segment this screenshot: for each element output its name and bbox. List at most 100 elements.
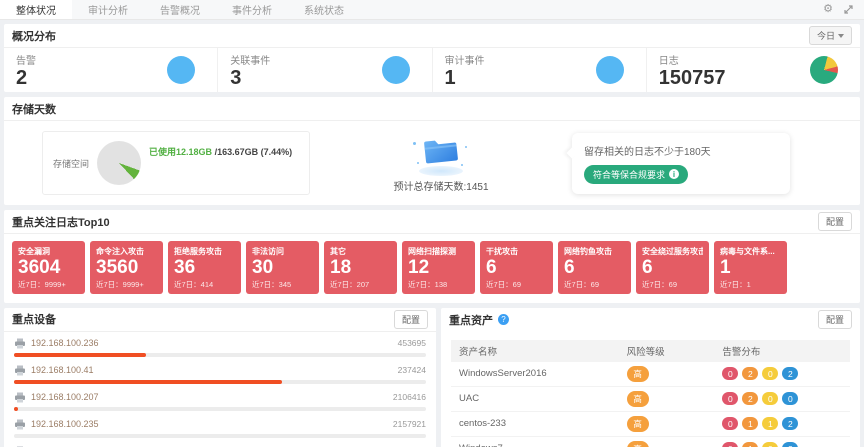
device-ip: 192.168.100.207 [31, 392, 99, 402]
log-card-sub: 近7日：69 [564, 279, 625, 290]
device-bar-fill [14, 353, 146, 357]
period-dropdown[interactable]: 今日 [809, 26, 852, 45]
tab-alert-overview[interactable]: 告警概况 [144, 0, 216, 19]
asset-row[interactable]: centos-233 高 0 1 1 2 [451, 411, 850, 436]
top-tab-bar: 整体状况 审计分析 告警概况 事件分析 系统状态 ⚙ [0, 0, 864, 20]
expand-icon[interactable] [843, 4, 854, 15]
devices-config-button[interactable]: 配置 [394, 310, 428, 329]
storage-total-text: /163.67GB (7.44%) [215, 147, 293, 157]
log-card[interactable]: 其它 18 近7日：207 [324, 241, 397, 294]
log-cards-row: 安全漏洞 3604 近7日：9999+ 命令注入攻击 3560 近7日：9999… [4, 234, 860, 303]
dist-badge-yellow: 0 [762, 442, 778, 447]
log-card-title: 安全漏洞 [18, 246, 79, 257]
device-icon [14, 365, 26, 376]
dist-badge-yellow: 0 [762, 392, 778, 405]
assets-config-button[interactable]: 配置 [818, 310, 852, 329]
asset-row[interactable]: UAC 高 0 2 0 0 [451, 386, 850, 411]
tab-audit-analysis[interactable]: 审计分析 [72, 0, 144, 19]
events-circle-icon [382, 56, 410, 84]
device-icon [14, 392, 26, 403]
device-ip: 192.168.100.236 [31, 338, 99, 348]
stat-correlated-events[interactable]: 关联事件 3 [218, 48, 432, 92]
device-bar-track [14, 380, 426, 384]
tab-system-status[interactable]: 系统状态 [288, 0, 360, 19]
stat-label: 告警 [16, 52, 36, 67]
asset-name: Windows7 [451, 436, 619, 447]
log-card[interactable]: 病毒与文件系... 1 近7日：1 [714, 241, 787, 294]
logs-pie-icon [810, 56, 838, 84]
device-icon [14, 338, 26, 349]
device-row[interactable]: 192.168.100.235 2157921 [14, 418, 426, 438]
stat-audit-events[interactable]: 审计事件 1 [433, 48, 647, 92]
dist-badge-orange: 1 [742, 442, 758, 447]
log-card-title: 拒绝服务攻击 [174, 246, 235, 257]
storage-space-card: 存储空间 已使用12.18GB /163.67GB (7.44%) [42, 131, 310, 195]
device-bar-fill [14, 380, 282, 384]
compliance-badge-button[interactable]: 符合等保合规要求 i [584, 165, 688, 184]
device-bar-fill [14, 407, 18, 411]
device-row[interactable]: 192.168.100.41 237424 [14, 364, 426, 384]
log-card[interactable]: 非法访问 30 近7日：345 [246, 241, 319, 294]
key-devices-panel: 重点设备 配置 192.168.100.236 453695 192.168.1… [4, 308, 436, 447]
top-logs-panel: 重点关注日志Top10 配置 安全漏洞 3604 近7日：9999+ 命令注入攻… [4, 210, 860, 303]
asset-row[interactable]: Windows7 高 0 1 0 2 [451, 436, 850, 447]
tab-overall-status[interactable]: 整体状况 [0, 0, 72, 19]
stat-alerts[interactable]: 告警 2 [4, 48, 218, 92]
risk-badge: 高 [627, 441, 649, 447]
log-card-value: 1 [720, 257, 781, 279]
storage-panel: 存储天数 存储空间 已使用12.18GB /163.67GB (7.44%) [4, 97, 860, 205]
dist-badge-blue: 2 [782, 367, 798, 380]
overview-title: 概况分布 [12, 28, 56, 44]
asset-row[interactable]: WindowsServer2016 高 0 2 0 2 [451, 362, 850, 387]
gear-icon[interactable]: ⚙ [823, 4, 833, 15]
help-icon[interactable]: ? [498, 314, 509, 325]
log-card[interactable]: 命令注入攻击 3560 近7日：9999+ [90, 241, 163, 294]
log-card-title: 命令注入攻击 [96, 246, 157, 257]
stat-label: 审计事件 [445, 52, 485, 67]
log-card-title: 干扰攻击 [486, 246, 547, 257]
risk-badge: 高 [627, 366, 649, 382]
log-card-title: 网络扫描探测 [408, 246, 469, 257]
folder-icon [411, 134, 471, 176]
col-asset-name: 资产名称 [451, 340, 619, 362]
log-card-sub: 近7日：9999+ [96, 279, 157, 290]
dist-badge-yellow: 1 [762, 417, 778, 430]
log-card-value: 6 [564, 257, 625, 279]
log-card-value: 30 [252, 257, 313, 279]
log-card[interactable]: 干扰攻击 6 近7日：69 [480, 241, 553, 294]
dist-badge-yellow: 0 [762, 367, 778, 380]
log-card-value: 18 [330, 257, 391, 279]
device-bar-track [14, 434, 426, 438]
stat-label: 日志 [659, 52, 726, 67]
log-card[interactable]: 安全漏洞 3604 近7日：9999+ [12, 241, 85, 294]
device-row[interactable]: 192.168.100.236 453695 [14, 337, 426, 357]
col-risk-level: 风险等级 [619, 340, 715, 362]
log-card[interactable]: 安全绕过服务攻击 6 近7日：69 [636, 241, 709, 294]
log-card-sub: 近7日：207 [330, 279, 391, 290]
log-card-title: 其它 [330, 246, 391, 257]
stat-logs[interactable]: 日志 150757 [647, 48, 860, 92]
col-alert-distribution: 告警分布 [714, 340, 850, 362]
storage-space-label: 存储空间 [53, 157, 89, 170]
chevron-down-icon [838, 34, 844, 38]
device-row[interactable]: 192.168.100.207 2106416 [14, 391, 426, 411]
log-card-sub: 近7日：9999+ [18, 279, 79, 290]
log-card[interactable]: 网络钓鱼攻击 6 近7日：69 [558, 241, 631, 294]
dist-badge-orange: 2 [742, 367, 758, 380]
log-card-value: 12 [408, 257, 469, 279]
dist-badge-orange: 1 [742, 417, 758, 430]
top-logs-config-button[interactable]: 配置 [818, 212, 852, 231]
tab-event-analysis[interactable]: 事件分析 [216, 0, 288, 19]
log-card[interactable]: 网络扫描探测 12 近7日：138 [402, 241, 475, 294]
dist-badge-blue: 2 [782, 442, 798, 447]
storage-title: 存储天数 [12, 101, 56, 117]
audit-circle-icon [596, 56, 624, 84]
retention-text: 留存相关的日志不少于180天 [584, 143, 778, 158]
storage-usage-text: 已使用12.18GB /163.67GB (7.44%) [149, 145, 292, 158]
log-card[interactable]: 拒绝服务攻击 36 近7日：414 [168, 241, 241, 294]
device-value: 2106416 [393, 392, 426, 402]
assets-title: 重点资产 [449, 312, 493, 328]
log-card-value: 3560 [96, 257, 157, 279]
log-card-title: 安全绕过服务攻击 [642, 246, 703, 257]
asset-name: WindowsServer2016 [451, 362, 619, 387]
